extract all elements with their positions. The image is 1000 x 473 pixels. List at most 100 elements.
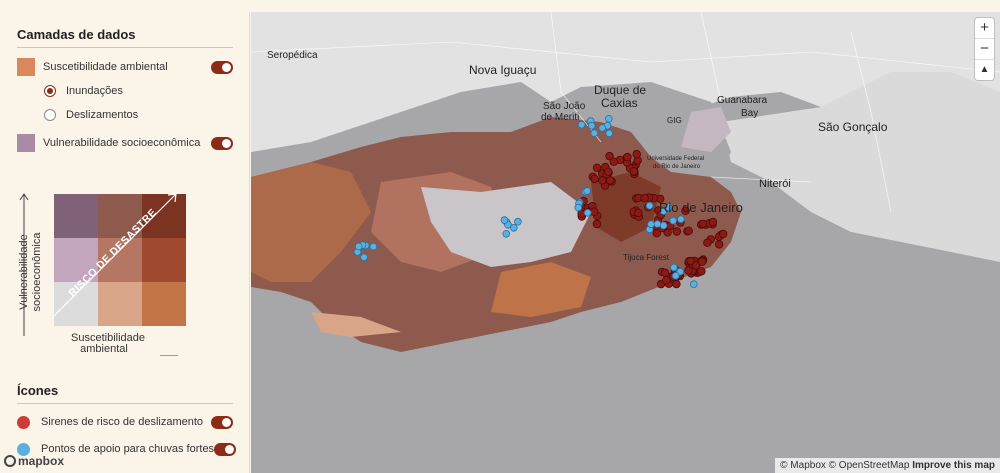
legend-y-label-2: socioeconômica <box>31 232 43 312</box>
layers-title: Camadas de dados <box>17 27 136 42</box>
flood-radio-button[interactable] <box>44 85 56 97</box>
siren-icon <box>17 415 30 429</box>
support-point-marker[interactable] <box>574 203 583 212</box>
zoom-out-button[interactable]: − <box>975 39 994 60</box>
vulnerability-swatch <box>17 134 35 152</box>
siren-marker[interactable] <box>604 167 613 176</box>
support-point-marker[interactable] <box>647 220 655 229</box>
support-point-marker[interactable] <box>670 263 678 272</box>
support-points-label: Pontos de apoio para chuvas fortes <box>41 443 215 455</box>
legend-cell-1-2 <box>142 238 186 282</box>
support-point-marker[interactable] <box>604 115 613 123</box>
place-label-rio-de-janeiro: Rio de Janeiro <box>659 200 743 215</box>
siren-marker[interactable] <box>672 227 681 236</box>
siren-marker[interactable] <box>589 207 599 216</box>
siren-marker[interactable] <box>590 174 599 184</box>
landslide-radio-button[interactable] <box>44 109 56 121</box>
support-point-marker[interactable] <box>645 201 654 210</box>
support-point-marker[interactable] <box>598 124 607 132</box>
place-label-ufrj-2: do Rio de Janeiro <box>653 164 701 170</box>
siren-marker[interactable] <box>660 268 670 277</box>
legend-y-label-1: Vulnerabilidade <box>18 234 30 309</box>
siren-marker[interactable] <box>708 217 718 227</box>
support-point-marker[interactable] <box>587 121 596 130</box>
map-attribution: © Mapbox © OpenStreetMap Improve this ma… <box>775 458 1000 473</box>
legend-x-label-2: ambiental <box>80 343 128 355</box>
susceptibility-swatch <box>17 58 35 76</box>
support-point-marker[interactable] <box>583 209 592 217</box>
mapbox-logo[interactable]: mapbox <box>4 454 64 468</box>
support-point-marker[interactable] <box>671 271 680 280</box>
vulnerability-layer-row[interactable]: Vulnerabilidade socioeconômica <box>17 134 235 152</box>
susceptibility-label: Suscetibilidade ambiental <box>43 61 168 73</box>
place-label-guanabara: Guanabara <box>717 95 767 106</box>
mapbox-logo-icon <box>4 455 16 467</box>
siren-marker[interactable] <box>684 226 693 235</box>
siren-marker[interactable] <box>684 266 693 275</box>
place-label-niteroi: Niterói <box>759 178 791 190</box>
siren-marker[interactable] <box>623 152 632 162</box>
support-points-toggle[interactable] <box>214 442 237 456</box>
siren-marker[interactable] <box>629 167 639 176</box>
top-bar <box>0 0 1000 12</box>
siren-marker[interactable] <box>662 276 671 285</box>
map-view[interactable]: Seropédica Nova Iguaçu Duque de Caxias S… <box>251 12 1000 473</box>
support-point-marker[interactable] <box>677 215 685 224</box>
support-point-marker[interactable] <box>509 224 518 232</box>
map-zoom-controls: + − ▲ <box>975 18 994 80</box>
siren-marker[interactable] <box>715 240 724 249</box>
compass-button[interactable]: ▲ <box>975 60 994 80</box>
sirens-label: Sirenes de risco de deslizamento <box>41 416 204 428</box>
support-point-marker[interactable] <box>689 280 698 289</box>
vulnerability-toggle[interactable] <box>211 136 233 150</box>
support-point-marker[interactable] <box>354 242 363 251</box>
siren-marker[interactable] <box>609 157 618 166</box>
flood-radio-label: Inundações <box>66 85 123 97</box>
siren-marker[interactable] <box>719 229 728 239</box>
icons-title: Ícones <box>17 383 59 398</box>
zoom-in-button[interactable]: + <box>975 18 994 39</box>
layers-divider <box>17 47 233 48</box>
sirens-toggle[interactable] <box>211 415 233 429</box>
siren-marker[interactable] <box>640 193 649 203</box>
siren-marker[interactable] <box>634 208 643 218</box>
place-label-bay: Bay <box>741 108 758 119</box>
support-point-marker[interactable] <box>360 253 368 262</box>
landslide-radio[interactable]: Deslizamentos <box>44 107 138 123</box>
susceptibility-toggle[interactable] <box>211 60 233 74</box>
legend-cell-2-1 <box>98 282 142 326</box>
siren-marker[interactable] <box>632 149 641 159</box>
siren-marker[interactable] <box>592 219 602 229</box>
siren-marker[interactable] <box>697 257 707 266</box>
support-point-marker[interactable] <box>590 129 599 137</box>
support-point-marker[interactable] <box>514 217 522 226</box>
siren-marker[interactable] <box>598 176 607 185</box>
legend-grid <box>54 194 186 326</box>
legend-cell-2-2 <box>142 282 186 326</box>
siren-marker[interactable] <box>652 228 661 238</box>
susceptibility-layer-row[interactable]: Suscetibilidade ambiental <box>17 58 235 76</box>
flood-radio[interactable]: Inundações <box>44 83 123 99</box>
place-label-nova-iguacu: Nova Iguaçu <box>469 63 536 77</box>
support-point-marker[interactable] <box>605 129 614 138</box>
support-point-marker[interactable] <box>500 216 509 224</box>
support-point-marker[interactable] <box>653 220 662 228</box>
map-canvas[interactable]: Seropédica Nova Iguaçu Duque de Caxias S… <box>251 12 1000 473</box>
bivariate-legend: RISCO DE DESASTRE Vulnerabilidade socioe… <box>18 193 186 356</box>
sirens-layer-row[interactable]: Sirenes de risco de deslizamento <box>17 413 235 431</box>
siren-marker[interactable] <box>698 219 708 229</box>
improve-map-link[interactable]: Improve this map <box>912 460 995 471</box>
siren-marker[interactable] <box>672 279 681 289</box>
siren-marker[interactable] <box>592 163 602 172</box>
support-point-marker[interactable] <box>659 221 668 230</box>
landslide-radio-label: Deslizamentos <box>66 109 139 121</box>
siren-marker[interactable] <box>703 238 712 247</box>
place-label-ufrj-1: Universidade Federal <box>647 156 704 162</box>
icons-divider <box>17 403 233 404</box>
support-point-marker[interactable] <box>583 187 591 195</box>
legend-x-label-1: Suscetibilidade <box>71 332 145 344</box>
support-point-marker[interactable] <box>502 230 511 238</box>
place-label-caxias: Caxias <box>601 96 638 110</box>
support-point-marker[interactable] <box>369 242 378 251</box>
support-point-marker[interactable] <box>669 216 678 225</box>
